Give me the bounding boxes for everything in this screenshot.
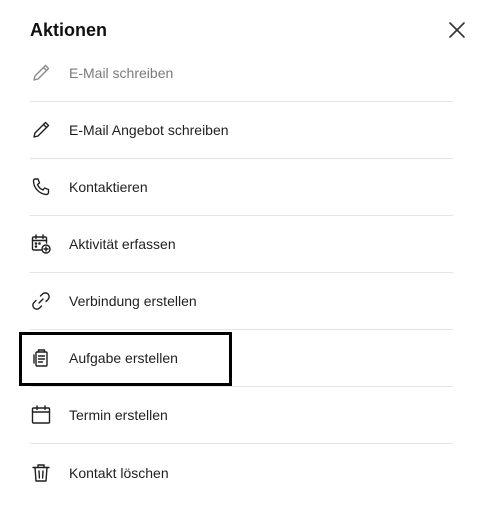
actions-dialog: Aktionen E-Mail schreiben E-Mail Angebot…	[0, 0, 488, 518]
menu-item-label: Verbindung erstellen	[69, 293, 197, 309]
close-icon	[449, 22, 465, 38]
menu-item-email-write[interactable]: E-Mail schreiben	[30, 45, 453, 102]
menu-item-create-task[interactable]: Aufgabe erstellen	[30, 330, 453, 387]
calendar-plus-icon	[30, 233, 52, 255]
menu-item-log-activity[interactable]: Aktivität erfassen	[30, 216, 453, 273]
menu-item-label: Aufgabe erstellen	[69, 350, 178, 366]
menu-item-email-offer[interactable]: E-Mail Angebot schreiben	[30, 102, 453, 159]
menu-item-label: Termin erstellen	[69, 407, 168, 423]
link-icon	[30, 290, 52, 312]
trash-icon	[30, 462, 52, 484]
actions-menu: E-Mail schreiben E-Mail Angebot schreibe…	[30, 45, 453, 501]
menu-item-label: Kontakt löschen	[69, 464, 169, 481]
phone-icon	[30, 176, 52, 198]
dialog-title: Aktionen	[30, 20, 108, 40]
calendar-icon	[30, 404, 52, 426]
menu-item-label: Aktivität erfassen	[69, 236, 176, 252]
pencil-icon	[30, 62, 52, 84]
menu-item-create-link[interactable]: Verbindung erstellen	[30, 273, 453, 330]
pencil-icon	[30, 119, 52, 141]
menu-item-label: Kontaktieren	[69, 179, 148, 195]
menu-item-contact[interactable]: Kontaktieren	[30, 159, 453, 216]
menu-item-label: E-Mail schreiben	[69, 65, 174, 81]
menu-item-delete-contact[interactable]: Kontakt löschen	[30, 444, 453, 501]
menu-item-create-appointment[interactable]: Termin erstellen	[30, 387, 453, 444]
menu-item-label: E-Mail Angebot schreiben	[69, 122, 229, 138]
clipboard-icon	[30, 347, 52, 369]
close-button[interactable]	[446, 19, 468, 41]
